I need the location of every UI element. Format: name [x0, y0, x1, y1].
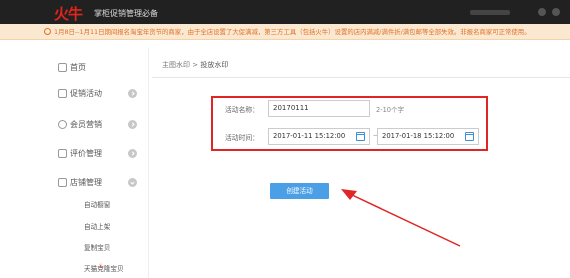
- notice-text: 1月8日--1月11日期间报名淘宝年货节的商家，由于全店设置了大促满减，第三方工…: [54, 28, 531, 36]
- app-title: 掌柜促销管理必备: [94, 9, 158, 18]
- sidebar-item-reviews[interactable]: 评价管理: [44, 145, 144, 163]
- sidebar-item-home[interactable]: 首页: [44, 59, 144, 77]
- info-icon: [44, 28, 51, 35]
- start-time-input[interactable]: 2017-01-11 15:12:00: [268, 128, 370, 145]
- calendar-icon[interactable]: [465, 132, 474, 141]
- hot-icon: ♨: [98, 262, 105, 270]
- sidebar-subitem-auto-window[interactable]: 自动橱窗: [84, 199, 110, 209]
- notice-banner: 1月8日--1月11日期间报名淘宝年货节的商家，由于全店设置了大促满减，第三方工…: [0, 24, 570, 40]
- breadcrumb-separator: >: [192, 61, 199, 69]
- chevron-down-icon: [128, 178, 137, 187]
- end-time-value: 2017-01-18 15:12:00: [382, 132, 455, 140]
- sidebar-item-shop[interactable]: 店铺管理: [44, 174, 144, 192]
- sidebar-subitem-auto-listing[interactable]: 自动上架: [84, 221, 110, 231]
- activity-time-label: 活动时间：: [225, 134, 259, 142]
- sidebar-item-label: 促销活动: [70, 89, 102, 98]
- brand-logo[interactable]: 火牛: [54, 3, 83, 24]
- settings-icon[interactable]: [538, 8, 546, 16]
- top-icons: [538, 8, 560, 16]
- sidebar-item-promotions[interactable]: 促销活动: [44, 85, 144, 103]
- home-icon: [58, 63, 67, 72]
- sidebar-item-members[interactable]: 会员营销: [44, 116, 144, 134]
- activity-name-label: 活动名称：: [225, 106, 259, 114]
- main-divider: [148, 48, 149, 278]
- shop-icon: [58, 178, 67, 187]
- user-icon: [58, 120, 67, 129]
- chevron-right-icon: [128, 89, 137, 98]
- end-time-input[interactable]: 2017-01-18 15:12:00: [377, 128, 479, 145]
- tag-icon: [58, 89, 67, 98]
- sidebar-item-label: 会员营销: [70, 120, 102, 129]
- top-bar: 火牛 掌柜促销管理必备: [0, 0, 570, 24]
- sidebar-item-label: 店铺管理: [70, 178, 102, 187]
- calendar-icon[interactable]: [356, 132, 365, 141]
- activity-name-input[interactable]: 20170111: [268, 100, 370, 117]
- help-icon[interactable]: [552, 8, 560, 16]
- breadcrumb-parent[interactable]: 主图水印: [162, 61, 190, 69]
- chevron-right-icon: [128, 149, 137, 158]
- sidebar-subitem-copy-item[interactable]: 复制宝贝: [84, 242, 110, 252]
- sidebar-item-label: 首页: [70, 63, 86, 72]
- breadcrumb: 主图水印 > 投放水印: [162, 60, 228, 70]
- chevron-right-icon: [128, 120, 137, 129]
- divider: [152, 77, 570, 78]
- sidebar-item-label: 评价管理: [70, 149, 102, 158]
- breadcrumb-current: 投放水印: [200, 61, 229, 69]
- start-time-value: 2017-01-11 15:12:00: [273, 132, 346, 140]
- user-info[interactable]: [470, 10, 510, 15]
- activity-name-hint: 2-10个字: [376, 106, 405, 114]
- comment-icon: [58, 149, 67, 158]
- create-activity-button[interactable]: 创建活动: [270, 183, 329, 199]
